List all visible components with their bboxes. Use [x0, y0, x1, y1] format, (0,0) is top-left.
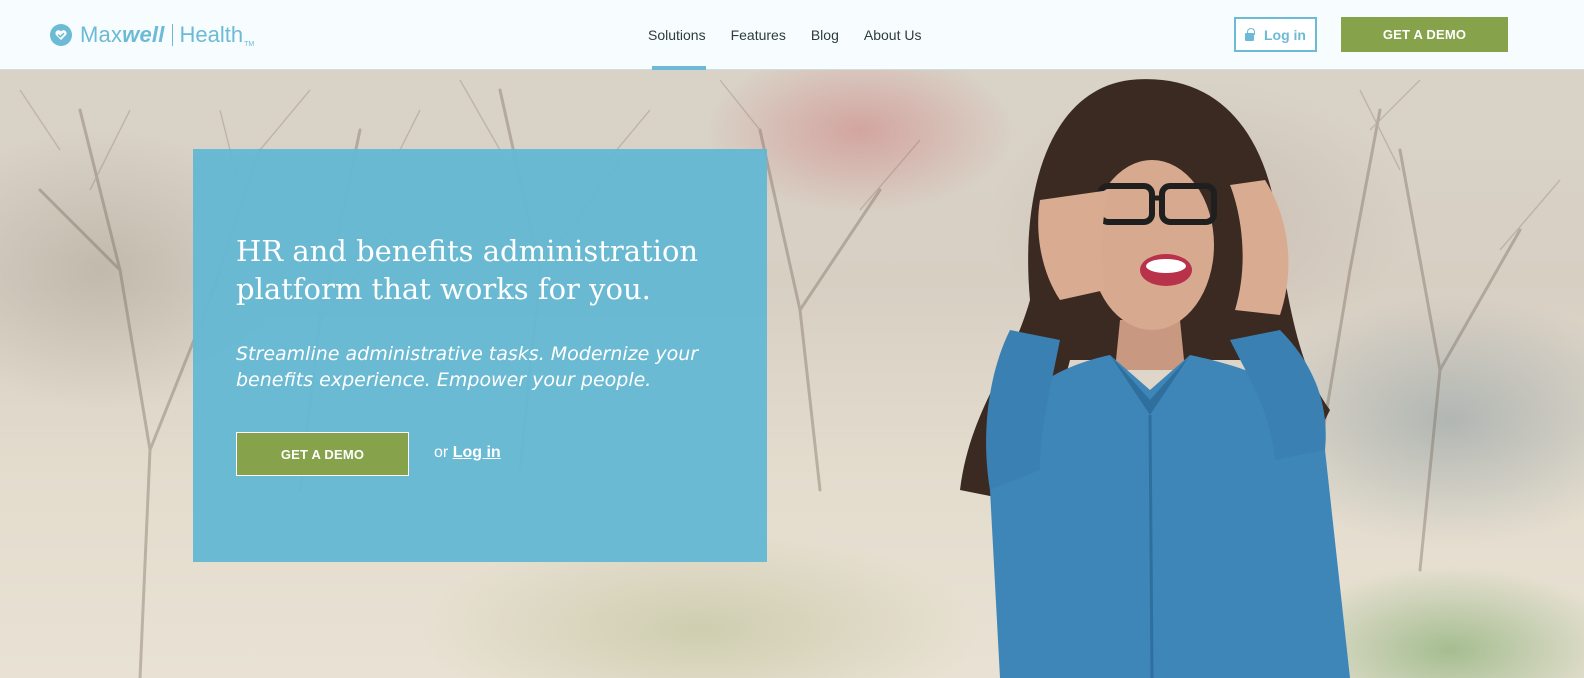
- login-button-label: Log in: [1264, 26, 1306, 43]
- hero-card: HR and benefits administration platform …: [193, 149, 767, 562]
- logo-divider: [171, 24, 173, 46]
- nav-item-solutions[interactable]: Solutions: [648, 0, 706, 70]
- nav-item-features[interactable]: Features: [731, 0, 786, 70]
- main-nav: Solutions Features Blog About Us: [648, 0, 946, 70]
- hero-section: HR and benefits administration platform …: [0, 70, 1584, 678]
- nav-item-about-us[interactable]: About Us: [864, 0, 922, 70]
- hero-subtitle: Streamline administrative tasks. Moderni…: [236, 343, 699, 391]
- login-button[interactable]: Log in: [1234, 17, 1317, 52]
- hero-login-link[interactable]: Log in: [453, 444, 501, 461]
- site-header: Maxwell Health TM Solutions Features Blo…: [0, 0, 1584, 70]
- logo-health-text: Health: [179, 22, 244, 47]
- get-demo-hero-button[interactable]: GET A DEMO: [236, 432, 409, 476]
- heart-check-icon: [50, 24, 72, 46]
- logo-trademark: TM: [244, 41, 255, 48]
- logo-wordmark: Maxwell: [80, 22, 165, 47]
- lock-icon: [1245, 27, 1255, 41]
- hero-woman-photo: [960, 79, 1350, 678]
- hero-title: HR and benefits administration platform …: [236, 234, 699, 306]
- or-text: or: [434, 444, 449, 461]
- nav-item-blog[interactable]: Blog: [811, 0, 839, 70]
- or-login-text: or Log in: [434, 444, 501, 462]
- maxwell-health-logo[interactable]: Maxwell Health TM: [50, 18, 254, 52]
- get-demo-header-button[interactable]: GET A DEMO: [1341, 17, 1508, 52]
